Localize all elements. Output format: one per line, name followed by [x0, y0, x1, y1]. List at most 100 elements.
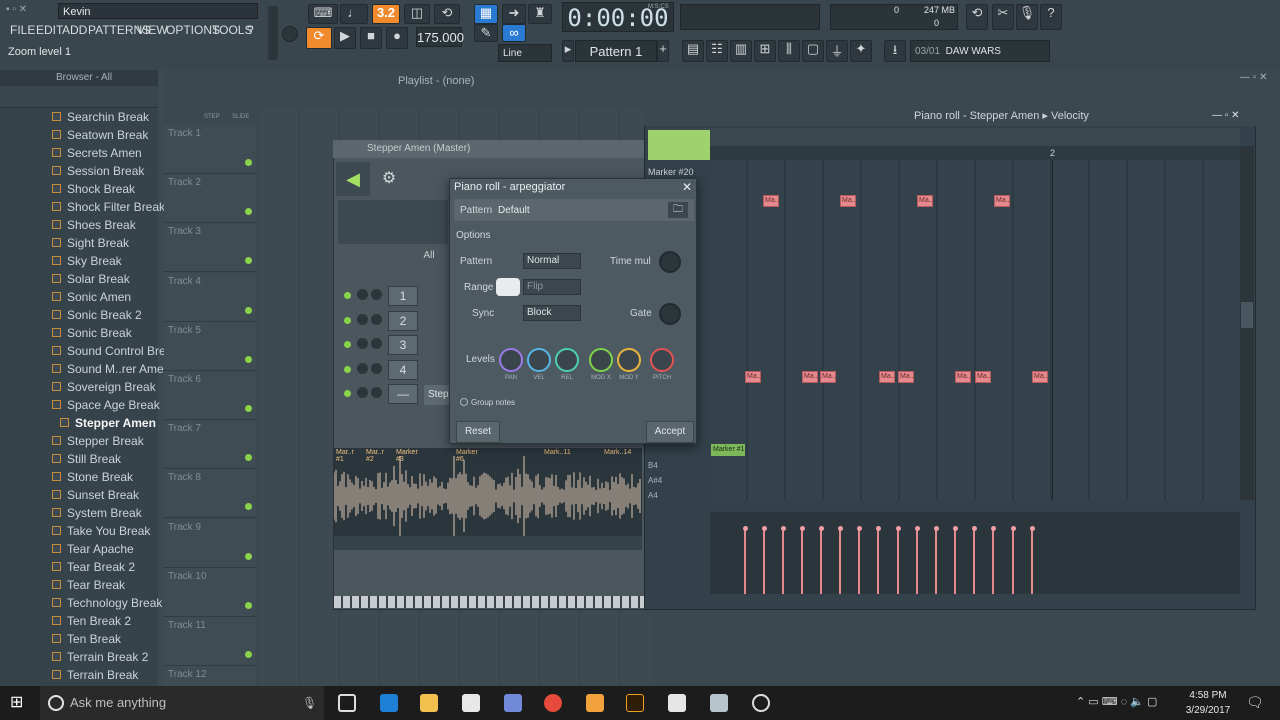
channel-led[interactable]: [344, 341, 351, 348]
note[interactable]: Ma...: [763, 195, 781, 207]
loop-marker[interactable]: [648, 130, 710, 160]
rel-level-knob[interactable]: [555, 348, 579, 372]
track-header[interactable]: Track 7: [164, 420, 256, 470]
channel-name[interactable]: Stepp: [424, 385, 454, 405]
edge-icon[interactable]: [380, 694, 398, 712]
track-led[interactable]: [245, 651, 252, 658]
tempo-field[interactable]: 175.000: [416, 27, 464, 47]
velocity-bar[interactable]: [916, 528, 918, 594]
mod-x-level-knob[interactable]: [589, 348, 613, 372]
channel-rack-icon[interactable]: ☷: [706, 40, 728, 62]
pan-level-knob[interactable]: [499, 348, 523, 372]
velocity-handle[interactable]: [895, 526, 901, 531]
browser-item[interactable]: Shoes Break: [52, 216, 136, 234]
browser-item[interactable]: Seatown Break: [52, 126, 148, 144]
track-led[interactable]: [245, 552, 252, 560]
browser-item[interactable]: Stone Break: [52, 468, 133, 486]
pattern-prev-icon[interactable]: ▸: [562, 40, 574, 62]
velocity-bar[interactable]: [935, 528, 937, 594]
browser-item[interactable]: Sovereign Break: [52, 378, 156, 396]
playlist-window-icon[interactable]: ▤: [682, 40, 704, 62]
download-icon[interactable]: ⭳: [884, 40, 906, 62]
playlist-controls[interactable]: — ▫ ✕: [1240, 72, 1280, 86]
record-mode-icon[interactable]: ◫: [404, 4, 430, 24]
note[interactable]: Ma...: [955, 371, 973, 383]
channel-vol-knob[interactable]: [371, 313, 382, 325]
snap-button[interactable]: 3.2: [372, 4, 400, 24]
piano-roll-icon[interactable]: ▥: [730, 40, 752, 62]
track-led[interactable]: [245, 454, 252, 462]
draw-tool-icon[interactable]: ✎: [474, 24, 498, 42]
channel-vol-knob[interactable]: [371, 387, 382, 398]
browser-item[interactable]: Sonic Break 2: [52, 306, 142, 324]
range-mode-select[interactable]: Flip: [523, 279, 581, 295]
track-header[interactable]: Track 10: [164, 567, 256, 617]
velocity-handle[interactable]: [952, 526, 958, 531]
velocity-handle[interactable]: [875, 526, 881, 531]
file-explorer-icon[interactable]: [420, 694, 438, 712]
mixer-icon[interactable]: ⫼: [778, 40, 800, 62]
sample-marker[interactable]: Marker #6: [456, 449, 478, 463]
channel-number[interactable]: 2: [388, 310, 418, 331]
track-led[interactable]: [245, 306, 252, 314]
browser-item[interactable]: Tear Break: [52, 576, 125, 594]
mixer-cut-icon[interactable]: ✂: [992, 4, 1014, 30]
velocity-bar[interactable]: [954, 528, 956, 594]
piano-roll-grid[interactable]: [710, 160, 1240, 500]
velocity-bar[interactable]: [897, 528, 899, 594]
accept-button[interactable]: Accept: [646, 421, 694, 443]
master-volume-slider[interactable]: [268, 6, 278, 60]
velocity-bar[interactable]: [763, 528, 765, 594]
velocity-target[interactable]: Velocity: [1051, 110, 1089, 122]
browser-item[interactable]: Still Break: [52, 450, 121, 468]
folder-icon[interactable]: 🗀: [668, 202, 688, 218]
store-icon[interactable]: [462, 694, 480, 712]
velocity-bar[interactable]: [782, 528, 784, 594]
track-header[interactable]: Track 9: [164, 518, 256, 568]
loop-record-icon[interactable]: ⟲: [434, 4, 460, 24]
browser-item[interactable]: Sonic Amen: [52, 288, 131, 306]
typing-keyboard-icon[interactable]: ⌨: [308, 4, 338, 24]
project-icon[interactable]: ▢: [802, 40, 824, 62]
note[interactable]: Ma...: [840, 195, 858, 207]
vel-level-knob[interactable]: [527, 348, 551, 372]
browser-item[interactable]: Sunset Break: [52, 486, 139, 504]
track-header[interactable]: Track 11: [164, 617, 256, 666]
browser-item[interactable]: Terrain Break 2: [52, 648, 148, 666]
velocity-bar[interactable]: [973, 528, 975, 594]
velocity-bar[interactable]: [839, 528, 841, 594]
piano-roll-scroll-thumb[interactable]: [1241, 302, 1253, 328]
microphone-icon[interactable]: 🎙: [1016, 4, 1038, 30]
sync-select[interactable]: Block: [523, 305, 581, 321]
track-header[interactable]: Track 3: [164, 223, 256, 273]
channel-vol-knob[interactable]: [371, 289, 382, 300]
steam-icon[interactable]: [752, 694, 770, 712]
stamp-icon[interactable]: ♜: [528, 4, 552, 24]
browser-item[interactable]: Shock Break: [52, 180, 135, 198]
browser-item[interactable]: Sky Break: [52, 252, 122, 270]
note[interactable]: Ma...: [820, 371, 838, 383]
menu-edit[interactable]: EDIT: [36, 23, 63, 37]
note[interactable]: Ma...: [802, 371, 820, 383]
browser-item[interactable]: Stepper Amen: [60, 414, 156, 432]
track-led[interactable]: [245, 601, 252, 609]
wrench-icon[interactable]: ⚙: [372, 162, 406, 196]
browser-item[interactable]: Take You Break: [52, 522, 150, 540]
chrome-icon[interactable]: [544, 694, 562, 712]
track-led[interactable]: [245, 405, 252, 412]
browser-item[interactable]: Stepper Break: [52, 432, 144, 450]
task-view-icon[interactable]: [338, 694, 356, 712]
channel-led[interactable]: [344, 316, 351, 324]
velocity-bar[interactable]: [1012, 528, 1014, 594]
browser-icon[interactable]: ⊞: [754, 40, 776, 62]
mod-y-level-knob[interactable]: [617, 348, 641, 372]
browser-item[interactable]: Session Break: [52, 162, 144, 180]
velocity-bar[interactable]: [858, 528, 860, 594]
channel-number[interactable]: —: [388, 384, 418, 404]
title-field[interactable]: Kevin: [58, 3, 258, 19]
menu-help[interactable]: ?: [247, 23, 254, 37]
cortana-icon[interactable]: [48, 695, 64, 711]
bird-app-icon[interactable]: [710, 694, 728, 712]
browser-item[interactable]: Sonic Break: [52, 324, 132, 342]
range-knob[interactable]: [496, 278, 520, 296]
